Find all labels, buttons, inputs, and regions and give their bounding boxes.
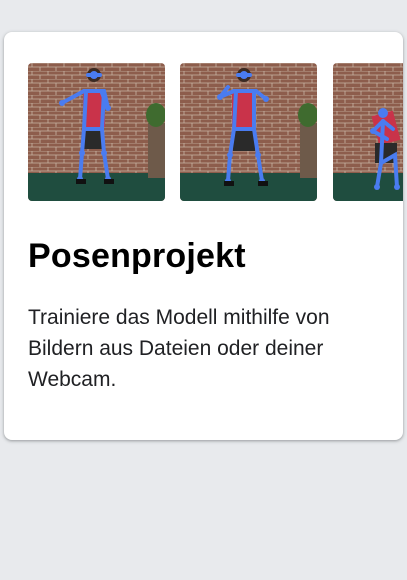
pose-image-1 — [28, 63, 165, 201]
thumbnail-strip — [28, 63, 403, 201]
card-description: Trainiere das Modell mithilfe von Bilder… — [28, 306, 330, 391]
pose-image-2 — [180, 63, 317, 201]
card-title: Posenprojekt — [28, 237, 246, 275]
pose-image-3 — [333, 63, 403, 201]
pose-thumbnail-1 — [28, 63, 165, 201]
pose-project-card[interactable]: Posenprojekt Trainiere das Modell mithil… — [4, 32, 403, 440]
pose-thumbnail-3 — [333, 63, 403, 201]
pose-thumbnail-2 — [180, 63, 317, 201]
